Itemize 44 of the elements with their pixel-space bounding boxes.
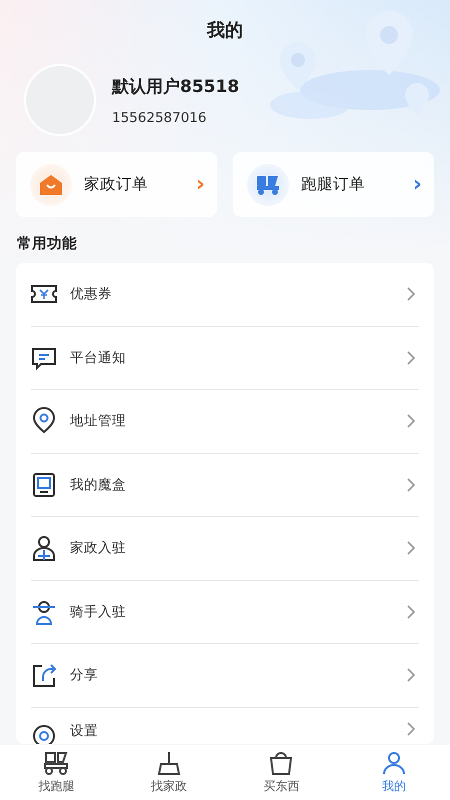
tab[interactable]: 找跑腿 xyxy=(0,745,112,800)
order-card[interactable]: 跑腿订单 › xyxy=(233,152,434,217)
menu-item[interactable]: 地址管理 xyxy=(31,390,419,454)
chevron-icon xyxy=(407,414,415,428)
menu-item[interactable]: 我的魔盒 xyxy=(31,454,419,517)
section-title: 常用功能 xyxy=(16,234,78,254)
order-label: 跑腿订单 xyxy=(301,174,366,195)
menu-label: 家政入驻 xyxy=(70,539,127,558)
location-pin-icon xyxy=(30,407,58,436)
menu-label: 我的魔盒 xyxy=(70,476,127,494)
house-icon xyxy=(39,174,63,196)
menu-item[interactable]: 优惠券 xyxy=(31,263,419,326)
menu-item[interactable]: 家政入驻 xyxy=(31,517,419,580)
monitor-icon xyxy=(30,470,58,499)
chevron-icon: › xyxy=(196,172,205,197)
menu-item[interactable]: 分享 xyxy=(31,644,419,708)
menu-label: 平台通知 xyxy=(70,348,127,367)
chevron-icon: › xyxy=(412,172,422,197)
tab[interactable]: 买东西 xyxy=(225,745,338,800)
menu-label: 优惠券 xyxy=(70,285,113,304)
chevron-icon xyxy=(407,722,415,736)
order-label: 家政订单 xyxy=(84,174,149,195)
tab[interactable]: 我的 xyxy=(338,745,450,800)
order-card[interactable]: 家政订单 › xyxy=(16,152,217,217)
tab[interactable]: 找家政 xyxy=(112,745,225,800)
chevron-icon xyxy=(407,478,415,492)
phone-number: 15562587016 xyxy=(112,110,208,126)
menu-item[interactable]: 设置 xyxy=(31,708,419,744)
scooter-icon xyxy=(42,750,70,776)
chevron-icon xyxy=(407,604,415,619)
menu-item[interactable]: 骑手入驻 xyxy=(31,580,419,644)
person-icon xyxy=(30,534,58,562)
user-name: 默认用户85518 xyxy=(112,76,240,98)
menu-item[interactable]: 平台通知 xyxy=(31,326,419,390)
page-title: 我的 xyxy=(206,19,244,40)
menu-label: 设置 xyxy=(70,722,99,740)
scooter-icon xyxy=(255,174,281,196)
chevron-icon xyxy=(407,350,415,365)
menu-label: 地址管理 xyxy=(70,412,127,430)
chevron-icon xyxy=(407,541,415,556)
chevron-icon xyxy=(407,287,415,302)
chevron-icon xyxy=(407,668,415,682)
menu-label: 骑手入驻 xyxy=(70,602,127,621)
menu-label: 分享 xyxy=(70,666,99,684)
